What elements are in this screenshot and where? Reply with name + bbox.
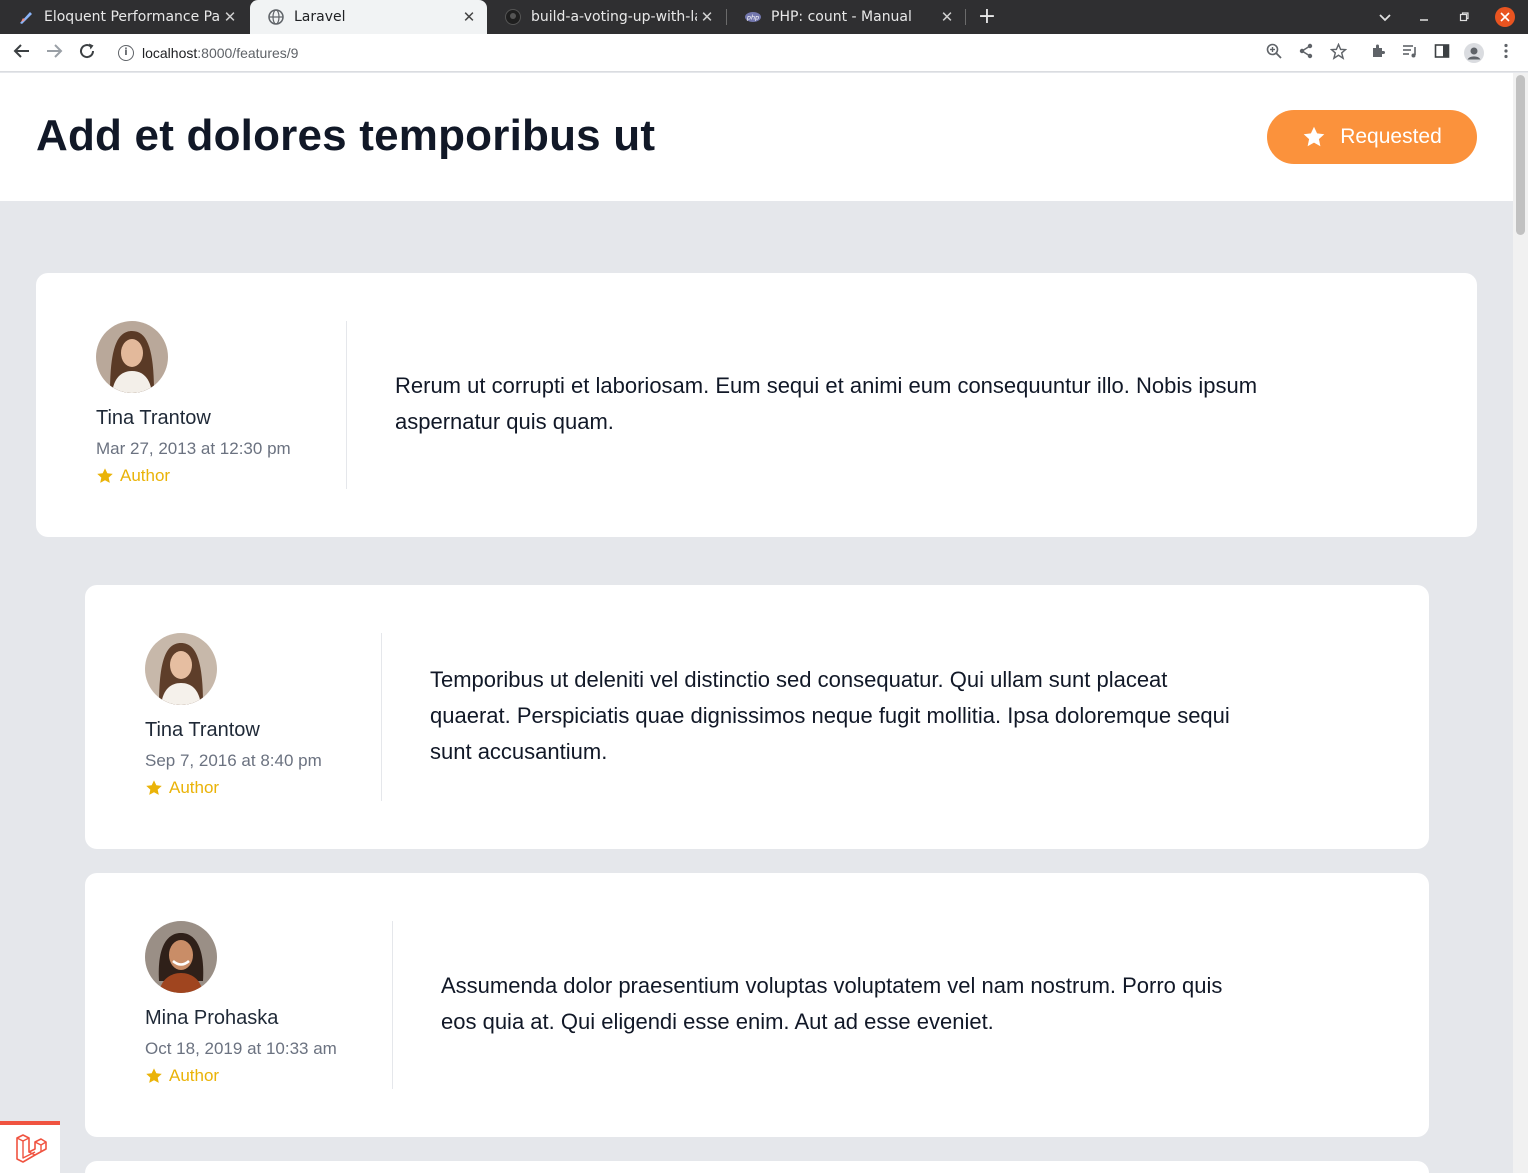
comment-body: Rerum ut corrupti et laboriosam. Eum seq… (395, 373, 1258, 434)
extensions-icon[interactable] (1368, 43, 1388, 63)
author-badge: Author (96, 466, 170, 486)
tab-github-voting-app[interactable]: build-a-voting-up-with-lar ✕ (487, 0, 725, 34)
bookmark-star-icon[interactable] (1328, 42, 1348, 63)
share-icon[interactable] (1296, 43, 1316, 63)
svg-text:php: php (746, 14, 759, 22)
feature-header: Add et dolores temporibus ut Requested (0, 73, 1513, 201)
author-name[interactable]: Tina Trantow (145, 719, 260, 742)
author-badge-label: Author (169, 1066, 220, 1085)
github-icon (505, 9, 521, 25)
comment-divider (381, 633, 382, 801)
tab-php-count-manual[interactable]: php PHP: count - Manual ✕ (727, 0, 965, 34)
side-panel-icon[interactable] (1432, 43, 1452, 63)
arrow-left-icon (13, 44, 29, 58)
forward-button[interactable] (43, 42, 65, 64)
author-name[interactable]: Tina Trantow (96, 407, 211, 430)
browser-toolbar: i localhost :8000/features/9 (0, 34, 1528, 72)
star-icon (1303, 126, 1325, 147)
page-viewport: Add et dolores temporibus ut Requested T… (0, 73, 1513, 1173)
chevron-down-icon (1379, 14, 1391, 22)
avatar (96, 321, 168, 393)
tab-eloquent-performance[interactable]: Eloquent Performance Pa ✕ (0, 0, 248, 34)
globe-icon (268, 9, 284, 25)
comment-card: Mina Prohaska Oct 18, 2019 at 10:33 am A… (85, 873, 1429, 1137)
media-control-icon[interactable] (1400, 43, 1420, 63)
author-badge-label: Author (120, 466, 171, 485)
tab-search-button[interactable] (1378, 0, 1392, 34)
laravel-logo-icon (16, 1134, 47, 1163)
arrow-right-icon (47, 44, 63, 58)
star-icon (146, 780, 162, 795)
close-icon[interactable]: ✕ (459, 8, 479, 26)
comment-date: Oct 18, 2019 at 10:33 am (145, 1039, 337, 1058)
requested-status-button[interactable]: Requested (1267, 110, 1477, 164)
address-bar[interactable]: i localhost :8000/features/9 (108, 38, 1353, 68)
tab-separator (965, 9, 966, 25)
author-badge: Author (145, 778, 219, 798)
comment-body: Assumenda dolor praesentium voluptas vol… (441, 973, 1223, 1034)
new-tab-button[interactable]: + (976, 4, 998, 30)
star-icon (97, 468, 113, 483)
comment-card: Tina Trantow Mar 27, 2013 at 12:30 pm Au… (36, 273, 1477, 537)
kebab-menu-icon[interactable] (1496, 43, 1516, 63)
comment-divider (346, 321, 347, 489)
close-icon[interactable]: ✕ (220, 8, 240, 26)
eloquent-icon (18, 9, 34, 25)
reload-button[interactable] (76, 42, 98, 64)
zoom-icon[interactable] (1264, 43, 1284, 63)
comment-body: Temporibus ut deleniti vel distinctio se… (430, 667, 1230, 764)
scrollbar-thumb[interactable] (1516, 75, 1525, 235)
url-path: :8000/features/9 (197, 45, 299, 61)
minimize-icon (1420, 19, 1428, 21)
author-badge: Author (145, 1066, 219, 1086)
minimize-button[interactable] (1418, 0, 1430, 34)
author-badge-label: Author (169, 778, 220, 797)
tab-laravel[interactable]: Laravel ✕ (250, 0, 487, 34)
close-icon (1500, 12, 1510, 22)
profile-avatar-icon[interactable] (1464, 43, 1484, 63)
close-icon[interactable]: ✕ (937, 8, 957, 26)
comment-card: Tina Trantow Sep 7, 2016 at 8:40 pm Auth… (85, 585, 1429, 849)
comment-card (85, 1161, 1429, 1173)
requested-label: Requested (1340, 125, 1442, 148)
avatar (145, 633, 217, 705)
back-button[interactable] (11, 42, 33, 64)
restore-button[interactable] (1458, 0, 1470, 34)
site-info-icon[interactable]: i (118, 45, 134, 61)
url-host: localhost (142, 45, 198, 61)
close-icon[interactable]: ✕ (697, 8, 717, 26)
author-name[interactable]: Mina Prohaska (145, 1007, 278, 1030)
page-scrollbar[interactable] (1513, 73, 1528, 1173)
php-icon: php (745, 9, 761, 25)
star-icon (146, 1068, 162, 1083)
reload-icon (80, 43, 95, 59)
feature-title: Add et dolores temporibus ut (36, 111, 656, 160)
comment-date: Mar 27, 2013 at 12:30 pm (96, 439, 291, 458)
restore-icon (1459, 12, 1469, 22)
browser-tab-bar: Eloquent Performance Pa ✕ Laravel ✕ buil… (0, 0, 1528, 34)
comment-date: Sep 7, 2016 at 8:40 pm (145, 751, 322, 770)
window-close-button[interactable] (1495, 7, 1515, 27)
debugbar-toggle[interactable] (0, 1121, 60, 1173)
comment-divider (392, 921, 393, 1089)
avatar (145, 921, 217, 993)
